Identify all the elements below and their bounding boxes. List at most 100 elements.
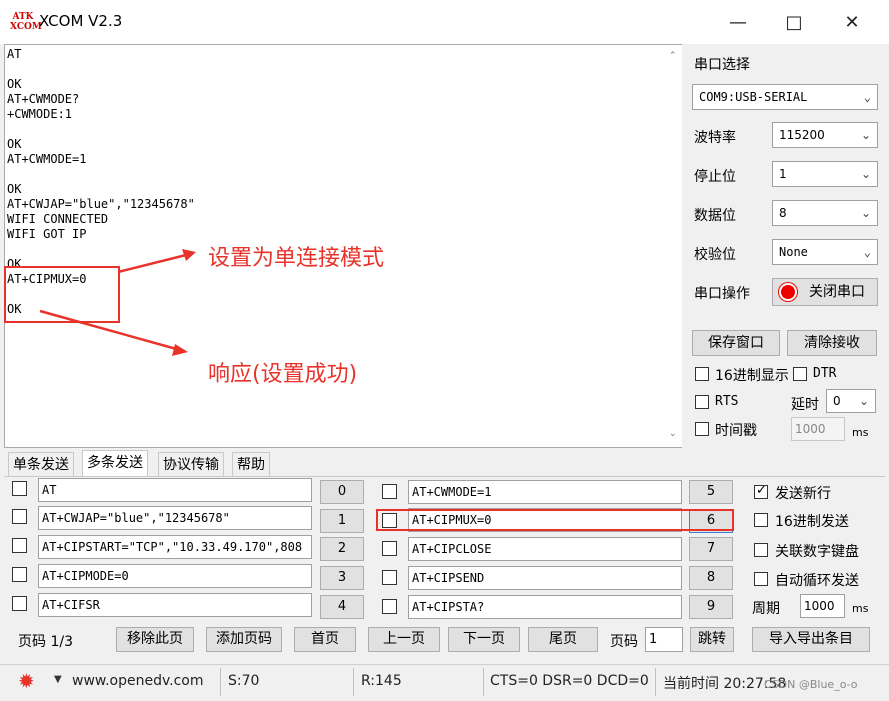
chevron-down-icon: ⌄ [860,128,871,142]
send-row-2-button[interactable]: 2 [320,537,364,561]
send-row-1-input[interactable]: AT+CWJAP="blue","12345678" [38,506,312,530]
annotation-bottom-text: 响应(设置成功) [208,362,358,387]
data-label: 数据位 [694,208,736,224]
send-row-3-input[interactable]: AT+CIPMODE=0 [38,564,312,588]
timestamp-input[interactable]: 1000 [791,417,845,441]
remove-page-button[interactable]: 移除此页 [116,627,194,652]
next-page-button[interactable]: 下一页 [448,627,520,652]
settings-gear-icon[interactable]: ✹ [18,671,35,691]
rts-checkbox[interactable] [695,395,709,409]
send-row-1-button[interactable]: 1 [320,509,364,533]
baud-select[interactable]: 115200 ⌄ [772,122,878,148]
close-port-label: 关闭串口 [809,284,865,300]
send-row-0-button[interactable]: 0 [320,480,364,504]
port-label: 串口选择 [694,57,750,73]
hex-send-label: 16进制发送 [775,514,849,530]
send-row-3-button[interactable]: 3 [320,566,364,590]
hex-display-label: 16进制显示 [715,368,789,384]
dtr-checkbox[interactable] [793,367,807,381]
loop-send-checkbox[interactable] [754,572,768,586]
send-row-0-checkbox[interactable] [12,481,27,496]
send-row-9-button[interactable]: 9 [689,595,733,619]
stop-label: 停止位 [694,169,736,185]
parity-label: 校验位 [694,247,736,263]
tab-help[interactable]: 帮助 [232,452,270,476]
numpad-checkbox[interactable] [754,543,768,557]
send-row-4-input[interactable]: AT+CIFSR [38,593,312,617]
newline-checkbox[interactable] [754,483,768,499]
send-row-2-checkbox[interactable] [12,538,27,553]
tab-protocol[interactable]: 协议传输 [158,452,224,476]
status-separator [220,668,221,696]
goto-page-label: 页码 [610,634,638,650]
delay-label: 延时 [791,397,819,413]
send-row-5-button[interactable]: 5 [689,480,733,504]
timestamp-checkbox[interactable] [695,422,709,436]
sent-count: S:70 [228,673,260,689]
port-status-icon [781,285,795,299]
numpad-label: 关联数字键盘 [775,544,859,560]
import-export-button[interactable]: 导入导出条目 [752,627,870,652]
port-select[interactable]: COM9:USB-SERIAL ⌄ [692,84,878,110]
signal-status: CTS=0 DSR=0 DCD=0 [490,673,649,689]
hex-display-checkbox[interactable] [695,367,709,381]
send-row-8-input[interactable]: AT+CIPSEND [408,566,682,590]
last-page-button[interactable]: 尾页 [528,627,598,652]
first-page-button[interactable]: 首页 [294,627,356,652]
send-row-8-button[interactable]: 8 [689,566,733,590]
send-row-4-checkbox[interactable] [12,596,27,611]
dropdown-triangle-icon[interactable]: ▼ [54,674,62,685]
stop-select[interactable]: 1 ⌄ [772,161,878,187]
send-row-4-button[interactable]: 4 [320,595,364,619]
status-separator [483,668,484,696]
send-row-9-checkbox[interactable] [382,599,397,614]
send-row-5-input[interactable]: AT+CWMODE=1 [408,480,682,504]
page-indicator: 页码 1/3 [18,634,73,650]
baud-label: 波特率 [694,130,736,146]
chevron-down-icon: ⌄ [860,167,871,181]
hex-send-checkbox[interactable] [754,513,768,527]
watermark: CSDN @Blue_o-o [764,678,858,691]
dtr-label: DTR [813,366,837,381]
delay-select[interactable]: 0 ⌄ [826,389,876,413]
loop-send-label: 自动循环发送 [775,573,859,589]
rts-label: RTS [715,394,739,409]
send-row-1-checkbox[interactable] [12,509,27,524]
send-row-7-input[interactable]: AT+CIPCLOSE [408,537,682,561]
port-value: COM9:USB-SERIAL [699,90,808,104]
baud-value: 115200 [779,128,825,142]
website-link[interactable]: www.openedv.com [72,673,204,689]
tab-divider [4,476,885,477]
add-page-button[interactable]: 添加页码 [206,627,282,652]
data-value: 8 [779,206,787,220]
annotation-top-text: 设置为单连接模式 [208,246,385,271]
close-port-button[interactable]: 关闭串口 [772,278,878,306]
timestamp-label: 时间戳 [715,423,757,439]
data-select[interactable]: 8 ⌄ [772,200,878,226]
parity-select[interactable]: None ⌄ [772,239,878,265]
clear-receive-button[interactable]: 清除接收 [787,330,877,356]
period-input[interactable]: 1000 [800,594,845,618]
tab-single-send[interactable]: 单条发送 [8,452,74,476]
chevron-down-icon: ⌄ [863,90,871,104]
send-row-9-input[interactable]: AT+CIPSTA? [408,595,682,619]
jump-button[interactable]: 跳转 [690,627,734,652]
tab-multi-send[interactable]: 多条发送 [82,450,148,476]
save-window-button[interactable]: 保存窗口 [692,330,780,356]
prev-page-button[interactable]: 上一页 [368,627,440,652]
send-row-3-checkbox[interactable] [12,567,27,582]
period-label: 周期 [752,601,780,617]
op-label: 串口操作 [694,286,750,302]
parity-value: None [779,245,808,259]
send-row-2-input[interactable]: AT+CIPSTART="TCP","10.33.49.170",808 [38,535,312,559]
send-row-8-checkbox[interactable] [382,570,397,585]
goto-page-input[interactable]: 1 [645,627,683,652]
send-row-0-input[interactable]: AT [38,478,312,502]
stop-value: 1 [779,167,787,181]
delay-value: 0 [833,394,841,408]
send-row-7-checkbox[interactable] [382,541,397,556]
send-row-5-checkbox[interactable] [382,484,397,499]
period-ms-label: ms [852,602,869,615]
send-row-7-button[interactable]: 7 [689,537,733,561]
newline-label: 发送新行 [775,486,831,502]
